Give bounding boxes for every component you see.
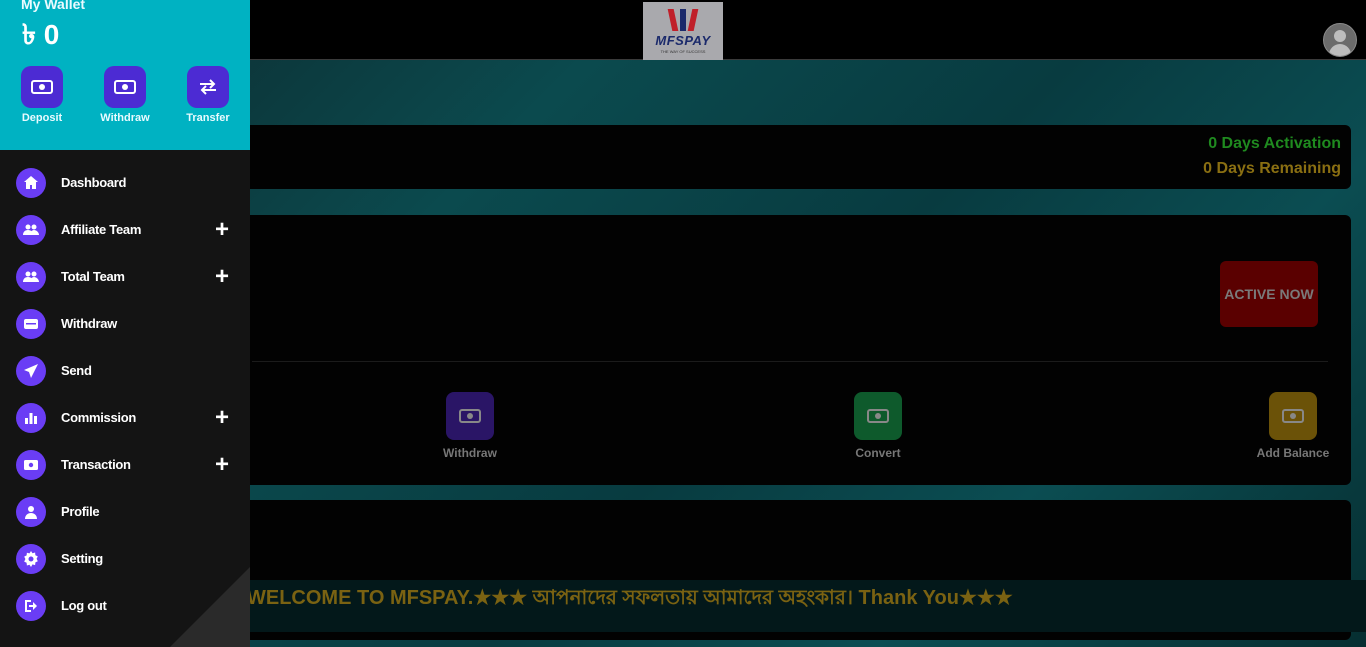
add-balance-action-label: Add Balance: [1256, 446, 1330, 460]
withdraw-action-button[interactable]: Withdraw: [422, 392, 518, 460]
sidebar-item-dashboard[interactable]: Dashboard: [0, 160, 250, 207]
quick-actions-card: ACTIVE NOW Withdraw Convert Add Balance: [232, 215, 1351, 485]
sidebar-item-label: Affiliate Team: [61, 222, 142, 237]
paper-plane-icon: [16, 356, 46, 386]
convert-action-button[interactable]: Convert: [830, 392, 926, 460]
sidebar-item-label: Profile: [61, 504, 100, 519]
wallet-withdraw-button[interactable]: Withdraw: [95, 66, 155, 124]
sidebar-drawer: My Wallet ৳ 0 Deposit Withdraw Transfer …: [0, 0, 250, 647]
wallet-panel: My Wallet ৳ 0 Deposit Withdraw Transfer: [0, 0, 250, 150]
logout-icon: [16, 591, 46, 621]
logo-tagline: THE WAY OF SUCCESS: [660, 48, 706, 54]
expand-plus-icon[interactable]: +: [215, 453, 229, 477]
sidebar-item-profile[interactable]: Profile: [0, 489, 250, 536]
sidebar-item-send[interactable]: Send: [0, 348, 250, 395]
withdraw-action-label: Withdraw: [443, 446, 497, 460]
mfspay-logo[interactable]: MFSPAY THE WAY OF SUCCESS: [643, 2, 723, 60]
active-now-button[interactable]: ACTIVE NOW: [1220, 261, 1318, 327]
logo-wordmark: MFSPAY: [655, 32, 711, 48]
sidebar-item-label: Dashboard: [61, 175, 127, 190]
remaining-days-text: 0 Days Remaining: [1203, 160, 1341, 177]
activation-status-card: 0 Days Activation 0 Days Remaining: [232, 125, 1351, 189]
transfer-arrows-icon: [187, 66, 229, 108]
wallet-deposit-label: Deposit: [21, 112, 63, 124]
convert-action-label: Convert: [855, 446, 901, 460]
sidebar-item-label: Log out: [61, 598, 107, 613]
cash-exchange-icon: [21, 66, 63, 108]
gear-icon: [16, 544, 46, 574]
expand-plus-icon[interactable]: +: [215, 218, 229, 242]
wallet-balance: ৳ 0: [22, 19, 60, 50]
cash-exchange-icon: [854, 392, 902, 440]
home-icon: [16, 168, 46, 198]
sidebar-item-label: Setting: [61, 551, 103, 566]
sidebar-item-label: Transaction: [61, 457, 131, 472]
sidebar-item-logout[interactable]: Log out: [0, 583, 250, 630]
actions-divider: [252, 361, 1328, 362]
logo-mark: [667, 8, 699, 31]
avatar-head: [1334, 30, 1346, 42]
sidebar-item-commission[interactable]: Commission +: [0, 395, 250, 442]
sidebar-item-label: Commission: [61, 410, 137, 425]
sidebar-menu: Dashboard Affiliate Team + Total Team + …: [0, 160, 250, 630]
card-icon: [16, 309, 46, 339]
add-balance-action-button[interactable]: Add Balance: [1245, 392, 1341, 460]
sidebar-item-total-team[interactable]: Total Team +: [0, 254, 250, 301]
cash-exchange-icon: [104, 66, 146, 108]
activation-days-text: 0 Days Activation: [1208, 135, 1341, 152]
user-icon: [16, 497, 46, 527]
sidebar-item-affiliate-team[interactable]: Affiliate Team +: [0, 207, 250, 254]
cash-exchange-icon: [1269, 392, 1317, 440]
bar-chart-icon: [16, 403, 46, 433]
sidebar-item-label: Send: [61, 363, 92, 378]
marquee-text: WELCOME TO MFSPAY.★★★ আপনাদের সফলতায় আম…: [247, 587, 1013, 609]
wallet-withdraw-label: Withdraw: [100, 112, 150, 124]
sidebar-item-transaction[interactable]: Transaction +: [0, 442, 250, 489]
sidebar-item-label: Withdraw: [61, 316, 117, 331]
sidebar-item-withdraw[interactable]: Withdraw: [0, 301, 250, 348]
cash-exchange-icon: [446, 392, 494, 440]
expand-plus-icon[interactable]: +: [215, 265, 229, 289]
wallet-transfer-button[interactable]: Transfer: [178, 66, 238, 124]
wallet-transfer-label: Transfer: [186, 112, 230, 124]
wallet-title: My Wallet: [21, 0, 86, 12]
sidebar-item-setting[interactable]: Setting: [0, 536, 250, 583]
users-icon: [16, 215, 46, 245]
profile-avatar-button[interactable]: [1323, 23, 1357, 57]
cash-icon: [16, 450, 46, 480]
expand-plus-icon[interactable]: +: [215, 406, 229, 430]
users-icon: [16, 262, 46, 292]
avatar-body: [1329, 44, 1351, 56]
sidebar-item-label: Total Team: [61, 269, 125, 284]
wallet-deposit-button[interactable]: Deposit: [12, 66, 72, 124]
